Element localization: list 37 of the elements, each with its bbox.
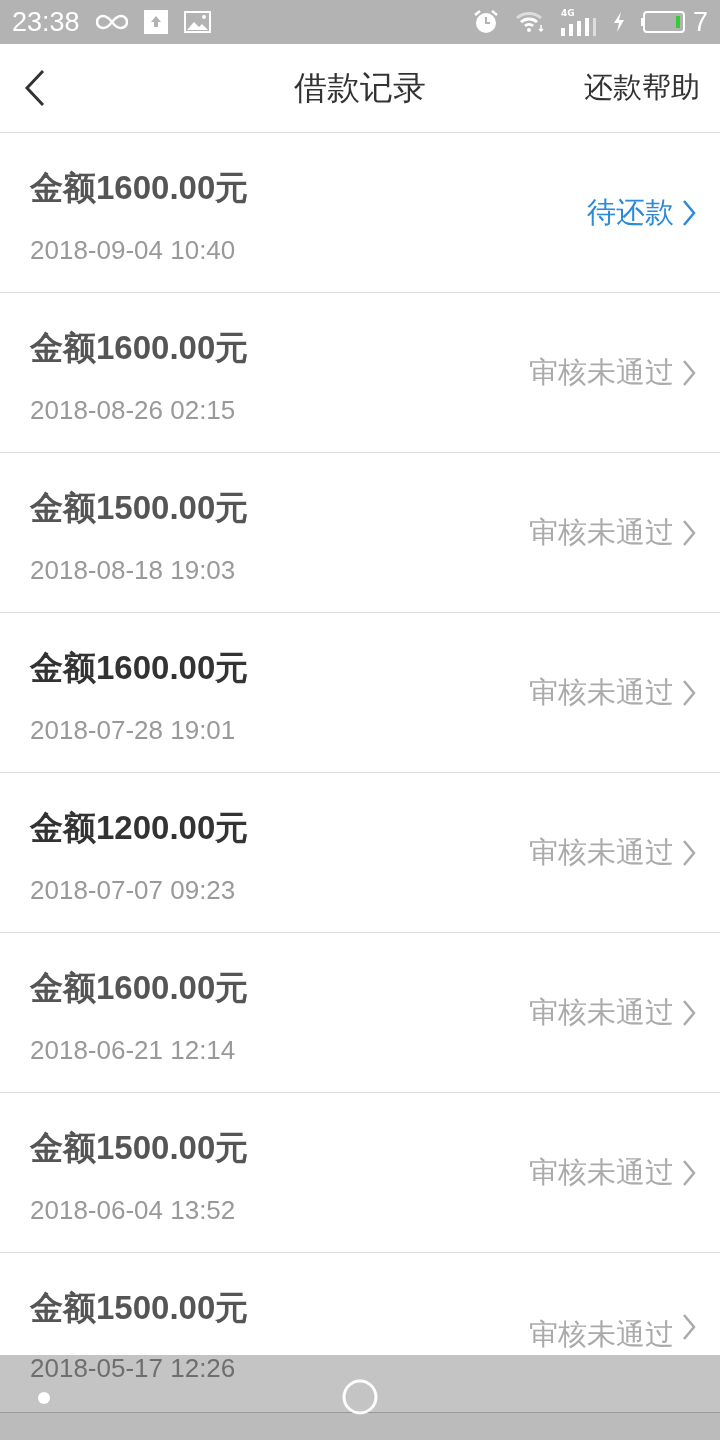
loan-status: 审核未通过 <box>529 1316 674 1353</box>
status-time: 23:38 <box>12 5 80 39</box>
loan-amount: 金额1600.00元 <box>30 168 249 208</box>
loan-amount: 金额1600.00元 <box>30 968 249 1008</box>
battery-level-text: 7 <box>692 5 708 39</box>
loan-date: 2018-05-17 12:26 <box>30 1355 236 1381</box>
loan-status: 审核未通过 <box>529 353 674 391</box>
loan-date: 2018-07-28 19:01 <box>30 713 237 747</box>
loan-record-row[interactable]: 金额1600.00元 2018-06-21 12:14 审核未通过 <box>0 933 720 1093</box>
loan-record-row[interactable]: 金额1600.00元 2018-08-26 02:15 审核未通过 <box>0 293 720 453</box>
loan-status: 审核未通过 <box>529 513 674 551</box>
loan-amount: 金额1500.00元 <box>30 488 249 528</box>
loan-amount: 金额1600.00元 <box>30 328 249 368</box>
loan-status: 审核未通过 <box>529 833 674 871</box>
loan-record-row[interactable]: 金额1600.00元 2018-07-28 19:01 审核未通过 <box>0 613 720 773</box>
loan-status: 审核未通过 <box>529 1153 674 1191</box>
loan-date: 2018-06-04 13:52 <box>30 1193 237 1227</box>
loan-status: 待还款 <box>587 193 674 231</box>
loan-date: 2018-06-21 12:14 <box>30 1033 237 1067</box>
loan-record-row[interactable]: 金额1500.00元 2018-08-18 19:03 审核未通过 <box>0 453 720 613</box>
repayment-help-link[interactable]: 还款帮助 <box>584 66 700 110</box>
loan-amount: 金额1600.00元 <box>30 648 249 688</box>
loan-record-row[interactable]: 金额1500.00元 审核未通过 <box>0 1253 720 1355</box>
network-label: 4G <box>560 8 575 18</box>
loan-record-row[interactable]: 金额1500.00元 2018-06-04 13:52 审核未通过 <box>0 1093 720 1253</box>
loan-date: 2018-09-04 10:40 <box>30 233 237 267</box>
loan-status: 审核未通过 <box>529 993 674 1031</box>
loan-record-row[interactable]: 金额1600.00元 2018-09-04 10:40 待还款 <box>0 133 720 293</box>
loan-record-row[interactable]: 金额1200.00元 2018-07-07 09:23 审核未通过 <box>0 773 720 933</box>
loan-amount: 金额1500.00元 <box>30 1288 249 1328</box>
page-title: 借款记录 <box>294 67 426 110</box>
loan-date: 2018-07-07 09:23 <box>30 873 237 907</box>
loan-amount: 金额1500.00元 <box>30 1128 249 1168</box>
loan-amount: 金额1200.00元 <box>30 808 249 848</box>
loan-date: 2018-08-26 02:15 <box>30 393 237 427</box>
loan-status: 审核未通过 <box>529 673 674 711</box>
loan-date: 2018-08-18 19:03 <box>30 553 237 587</box>
